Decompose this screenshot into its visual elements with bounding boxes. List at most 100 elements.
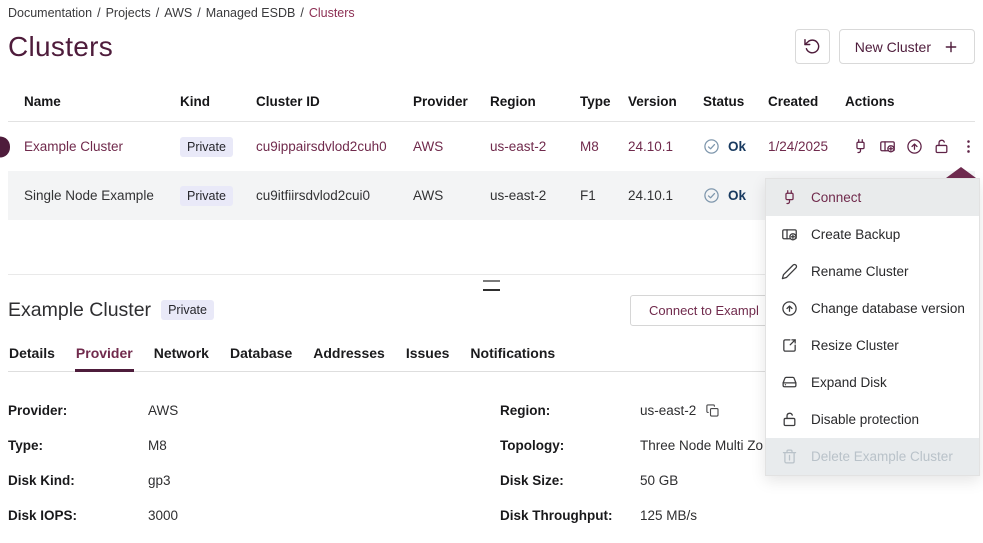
menu-item-label: Expand Disk <box>811 375 887 390</box>
breadcrumb-separator: / <box>156 6 159 20</box>
menu-item-connect[interactable]: Connect <box>766 179 979 216</box>
breadcrumb-separator: / <box>300 6 303 20</box>
column-header-region: Region <box>490 94 580 109</box>
field-value-text: Three Node Multi Zo <box>640 438 763 453</box>
cluster-name: Single Node Example <box>24 188 154 203</box>
page-title: Clusters <box>8 31 113 63</box>
trash-icon <box>781 448 798 465</box>
cluster-name-cell: Example Cluster <box>8 139 180 154</box>
panel-resize-handle[interactable] <box>483 280 500 291</box>
copy-region-button[interactable] <box>705 403 720 418</box>
refresh-button[interactable] <box>795 29 830 64</box>
instance-type-cell: F1 <box>580 188 628 203</box>
status-cell: Ok <box>703 138 768 155</box>
tab-database[interactable]: Database <box>229 343 293 372</box>
new-cluster-button[interactable]: New Cluster <box>839 29 975 64</box>
menu-item-label: Disable protection <box>811 412 919 427</box>
cluster-id: cu9ippairsdvlod2cuh0 <box>256 139 387 154</box>
tab-provider[interactable]: Provider <box>75 343 134 372</box>
actions-cell <box>845 138 977 155</box>
field-value-text: 3000 <box>148 508 178 523</box>
region: us-east-2 <box>490 139 546 154</box>
pencil-icon <box>781 263 798 280</box>
breadcrumb-item-clusters[interactable]: Clusters <box>309 6 355 20</box>
kind-badge: Private <box>180 186 233 206</box>
tab-network[interactable]: Network <box>153 343 210 372</box>
instance-type-cell: M8 <box>580 139 628 154</box>
menu-item-label: Change database version <box>811 301 965 316</box>
tab-details[interactable]: Details <box>8 343 56 372</box>
unlock-icon <box>933 138 950 155</box>
table-row[interactable]: Example ClusterPrivatecu9ippairsdvlod2cu… <box>8 122 975 171</box>
region-cell: us-east-2 <box>490 188 580 203</box>
menu-item-resize-cluster[interactable]: Resize Cluster <box>766 327 979 364</box>
arrow-up-circle-icon <box>781 300 798 317</box>
menu-item-rename-cluster[interactable]: Rename Cluster <box>766 253 979 290</box>
provider: AWS <box>413 139 443 154</box>
breadcrumb-item-aws[interactable]: AWS <box>164 6 192 20</box>
breadcrumb-separator: / <box>197 6 200 20</box>
field-label-disk-kind: Disk Kind: <box>8 473 148 488</box>
resize-icon <box>781 337 798 354</box>
field-label-disk-size: Disk Size: <box>500 473 640 488</box>
tab-notifications[interactable]: Notifications <box>469 343 556 372</box>
column-header-kind: Kind <box>180 94 256 109</box>
change-version-action[interactable] <box>906 138 923 155</box>
menu-item-change-database-version[interactable]: Change database version <box>766 290 979 327</box>
column-header-status: Status <box>703 94 768 109</box>
created-date-cell: 1/24/2025 <box>768 139 845 154</box>
cluster-actions-menu: Connect Create BackupRename Cluster Change… <box>765 178 980 476</box>
provider-cell: AWS <box>413 139 490 154</box>
check-circle-icon <box>703 187 720 204</box>
plug-icon <box>781 189 798 206</box>
connect-to-cluster-button[interactable]: Connect to Exampl <box>630 295 780 326</box>
instance-type: M8 <box>580 139 599 154</box>
breadcrumb-item-managed-esdb[interactable]: Managed ESDB <box>206 6 296 20</box>
menu-item-disable-protection[interactable]: Disable protection <box>766 401 979 438</box>
column-header-created: Created <box>768 94 845 109</box>
rotate-ccw-icon <box>803 37 822 56</box>
column-header-version: Version <box>628 94 703 109</box>
menu-item-create-backup[interactable]: Create Backup <box>766 216 979 253</box>
kebab-icon <box>960 138 977 155</box>
field-label-provider: Provider: <box>8 403 148 418</box>
field-value-text: 50 GB <box>640 473 678 488</box>
field-value-disk-iops: 3000 <box>148 508 500 523</box>
menu-item-label: Delete Example Cluster <box>811 449 953 464</box>
connect-action[interactable] <box>852 138 869 155</box>
kind-cell: Private <box>180 137 256 157</box>
menu-item-label: Resize Cluster <box>811 338 899 353</box>
field-label-disk-iops: Disk IOPS: <box>8 508 148 523</box>
detail-cluster-title: Example Cluster <box>8 299 151 322</box>
tab-issues[interactable]: Issues <box>405 343 451 372</box>
provider: AWS <box>413 188 443 203</box>
cluster-id: cu9itfiirsdvlod2cui0 <box>256 188 370 203</box>
cluster-id-cell: cu9ippairsdvlod2cuh0 <box>256 139 413 154</box>
breadcrumb-item-projects[interactable]: Projects <box>106 6 151 20</box>
more-actions[interactable] <box>960 138 977 155</box>
plug-icon <box>852 138 869 155</box>
status-label: Ok <box>728 139 746 154</box>
menu-item-expand-disk[interactable]: Expand Disk <box>766 364 979 401</box>
breadcrumb-item-documentation[interactable]: Documentation <box>8 6 92 20</box>
copy-icon <box>705 403 720 418</box>
field-label-disk-throughput: Disk Throughput: <box>500 508 640 523</box>
instance-type: F1 <box>580 188 596 203</box>
region: us-east-2 <box>490 188 546 203</box>
protection-action[interactable] <box>933 138 950 155</box>
create-backup-action[interactable] <box>879 138 896 155</box>
arrow-up-circle-icon <box>906 138 923 155</box>
tab-addresses[interactable]: Addresses <box>312 343 386 372</box>
field-value-disk-kind: gp3 <box>148 473 500 488</box>
backup-icon <box>781 226 798 243</box>
menu-item-label: Connect <box>811 190 861 205</box>
column-header-cluster-id: Cluster ID <box>256 94 413 109</box>
field-value-text: 125 MB/s <box>640 508 697 523</box>
status-cell: Ok <box>703 187 768 204</box>
field-value-provider: AWS <box>148 403 500 418</box>
table-header: NameKindCluster IDProviderRegionTypeVers… <box>8 86 975 122</box>
region-cell: us-east-2 <box>490 139 580 154</box>
field-label-type: Type: <box>8 438 148 453</box>
unlock-icon <box>781 411 798 428</box>
kind-cell: Private <box>180 186 256 206</box>
